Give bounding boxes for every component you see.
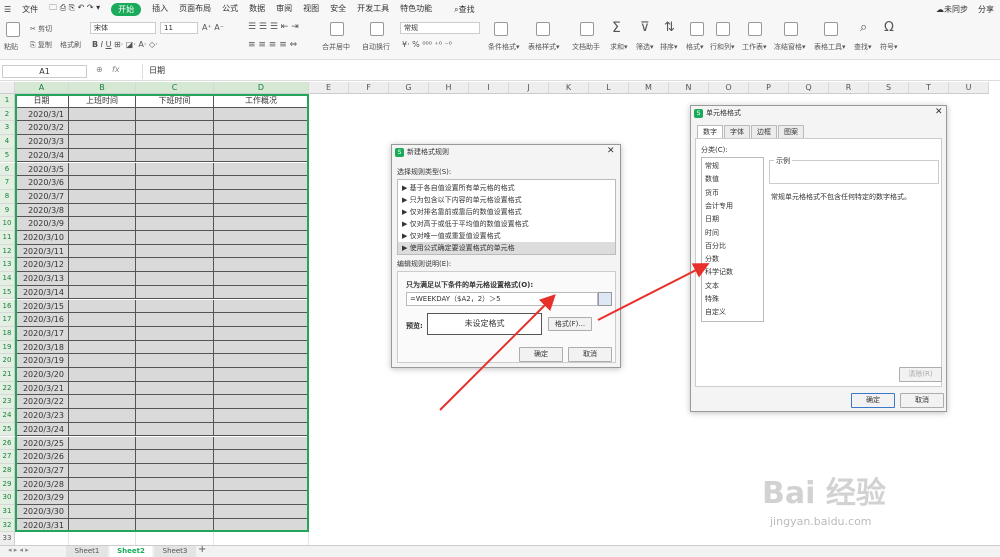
arrow-to-format-button [439, 294, 556, 411]
watermark-url: jingyan.baidu.com [770, 515, 872, 528]
baidu-watermark: Bai 经验 [762, 476, 886, 511]
arrow-to-category [597, 263, 710, 321]
